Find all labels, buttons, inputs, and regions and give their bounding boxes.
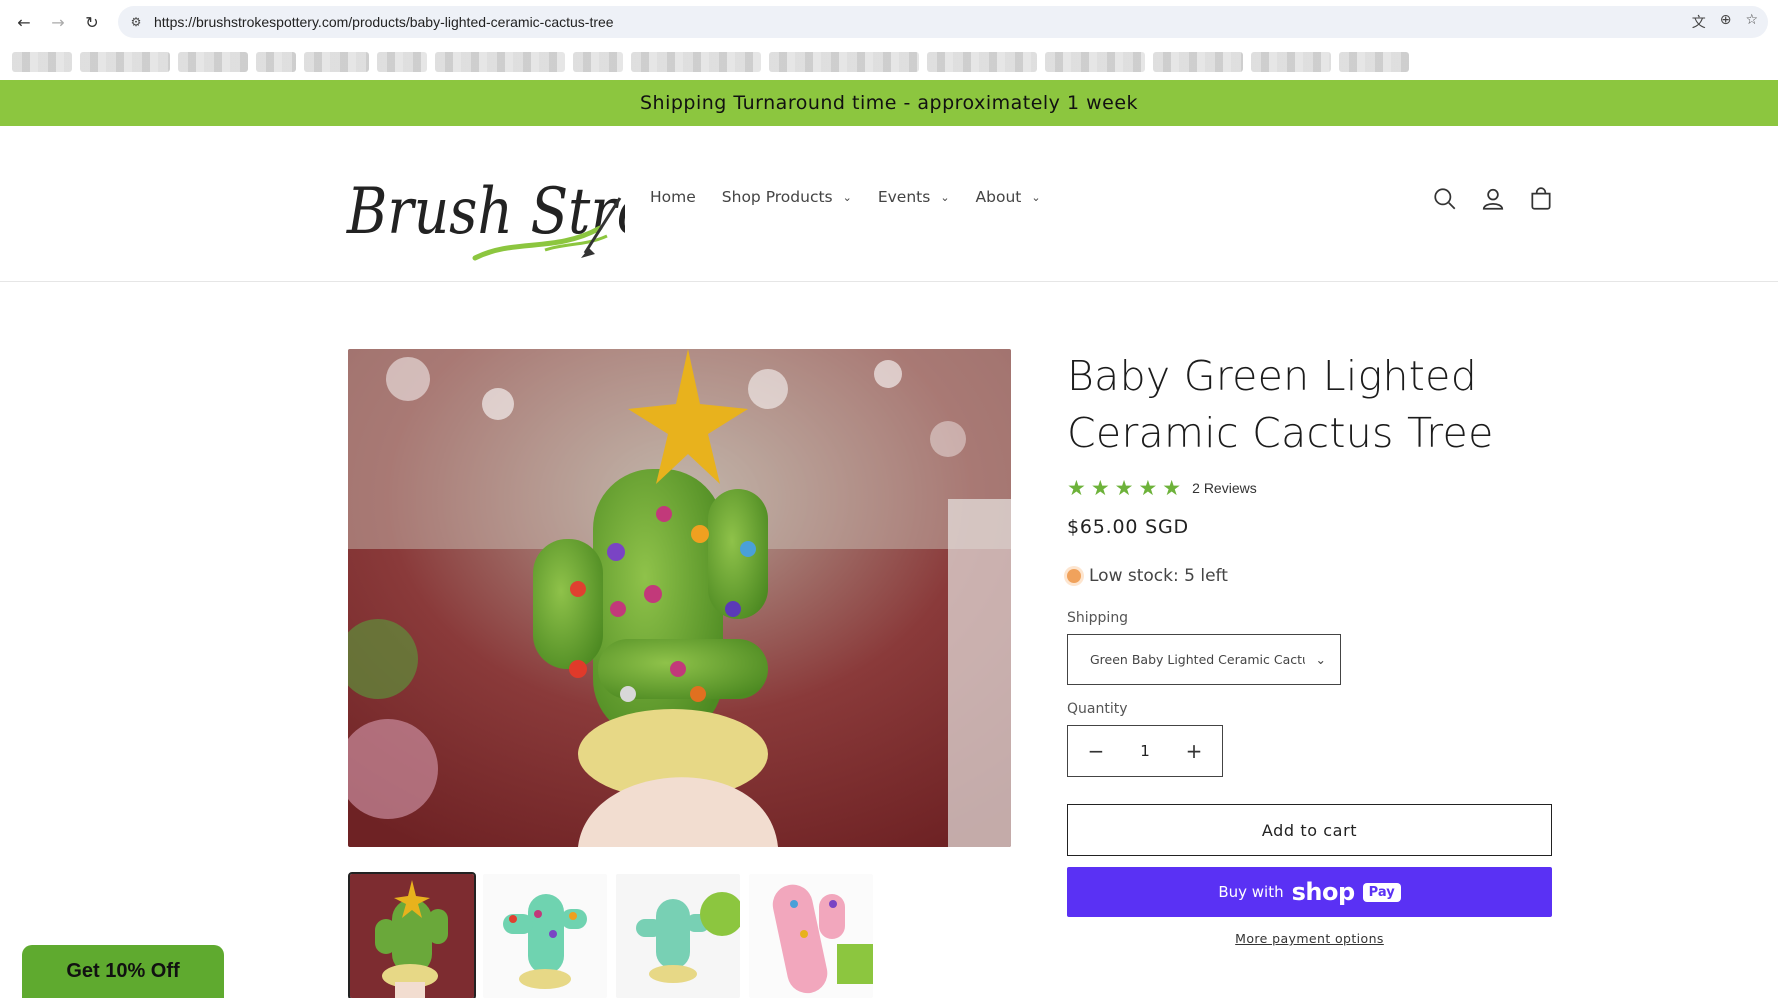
- discount-popup-tab[interactable]: Get 10% Off: [22, 945, 224, 998]
- bookmark-item[interactable]: [769, 52, 919, 72]
- back-icon[interactable]: ←: [10, 8, 38, 36]
- browser-toolbar: ← → ↻ ⚙ https://brushstrokespottery.com/…: [0, 0, 1778, 44]
- header-actions: [1432, 186, 1554, 212]
- bookmark-item[interactable]: [1045, 52, 1145, 72]
- chevron-down-icon: ⌄: [1315, 652, 1326, 667]
- announcement-text: Shipping Turnaround time - approximately…: [639, 92, 1139, 114]
- plus-icon[interactable]: +: [1184, 739, 1204, 763]
- site-settings-icon[interactable]: ⚙: [128, 14, 144, 30]
- account-icon[interactable]: [1480, 186, 1506, 212]
- quantity-input[interactable]: 1: [1140, 742, 1150, 760]
- bookmark-item[interactable]: [178, 52, 248, 72]
- bookmark-item[interactable]: [12, 52, 72, 72]
- bookmark-item[interactable]: [256, 52, 296, 72]
- search-icon[interactable]: [1432, 186, 1458, 212]
- bookmark-item[interactable]: [1251, 52, 1331, 72]
- product-thumbnails: [348, 872, 873, 998]
- zoom-icon[interactable]: ⊕: [1720, 12, 1732, 32]
- site-header: Brush Strokes Home Shop Products ⌄ Event…: [0, 126, 1778, 282]
- product-price: $65.00 SGD: [1067, 516, 1189, 538]
- brushstrokes-logo[interactable]: Brush Strokes: [345, 158, 744, 268]
- product-title: Baby Green Lighted Ceramic Cactus Tree: [1067, 352, 1494, 457]
- shipping-selected-value: Green Baby Lighted Ceramic Cactus Tree: [1090, 652, 1305, 667]
- nav-label: About: [975, 188, 1022, 206]
- quantity-stepper: − 1 +: [1067, 725, 1223, 777]
- bookmark-item[interactable]: [1339, 52, 1409, 72]
- product-rating[interactable]: ★★★★★ 2 Reviews: [1067, 476, 1552, 500]
- bookmark-item[interactable]: [435, 52, 565, 72]
- bookmark-star-icon[interactable]: ☆: [1745, 12, 1758, 32]
- bookmark-item[interactable]: [377, 52, 427, 72]
- address-bar[interactable]: ⚙ https://brushstrokespottery.com/produc…: [118, 6, 1768, 38]
- nav-home[interactable]: Home: [650, 188, 696, 206]
- stock-status: Low stock: 5 left: [1067, 566, 1552, 586]
- pay-badge: Pay: [1362, 882, 1401, 902]
- chevron-down-icon: ⌄: [940, 190, 950, 204]
- bookmark-item[interactable]: [927, 52, 1037, 72]
- buy-with-shop-pay-button[interactable]: Buy with shop Pay: [1067, 867, 1552, 917]
- cart-icon[interactable]: [1528, 186, 1554, 212]
- announcement-bar: Shipping Turnaround time - approximately…: [0, 80, 1778, 126]
- product-main-image[interactable]: [348, 349, 1011, 847]
- product-info: Baby Green Lighted Ceramic Cactus Tree ★…: [1067, 348, 1552, 946]
- shipping-select[interactable]: Green Baby Lighted Ceramic Cactus Tree ⌄: [1067, 634, 1341, 685]
- nav-label: Shop Products: [721, 188, 833, 206]
- stock-text: Low stock: 5 left: [1089, 566, 1228, 586]
- shop-logo: shop: [1291, 878, 1356, 906]
- nav-label: Events: [877, 188, 931, 206]
- star-rating-icon: ★★★★★: [1067, 476, 1187, 500]
- nav-about[interactable]: About ⌄: [976, 188, 1041, 206]
- thumbnail-pink-cactus[interactable]: [749, 874, 873, 998]
- nav-label: Home: [650, 188, 696, 206]
- bookmark-item[interactable]: [304, 52, 369, 72]
- nav-shop-products[interactable]: Shop Products ⌄: [722, 188, 852, 206]
- buy-with-label: Buy with: [1218, 883, 1284, 901]
- bookmark-item[interactable]: [631, 52, 761, 72]
- bookmark-item[interactable]: [1153, 52, 1243, 72]
- shipping-label: Shipping: [1067, 610, 1129, 626]
- forward-icon[interactable]: →: [44, 8, 72, 36]
- chevron-down-icon: ⌄: [1031, 190, 1041, 204]
- stock-dot-icon: [1067, 569, 1081, 583]
- thumbnail-mint-cactus[interactable]: [483, 874, 607, 998]
- url-text[interactable]: https://brushstrokespottery.com/products…: [154, 14, 1682, 30]
- bookmarks-bar: [0, 44, 1778, 80]
- thumbnail-green-cactus[interactable]: [348, 872, 476, 998]
- review-count[interactable]: 2 Reviews: [1192, 480, 1257, 496]
- thumbnail-mint-cactus-promo[interactable]: [616, 874, 740, 998]
- nav-events[interactable]: Events ⌄: [878, 188, 950, 206]
- translate-icon[interactable]: 文: [1692, 12, 1706, 32]
- more-payment-options-link[interactable]: More payment options: [1067, 931, 1552, 946]
- bookmark-item[interactable]: [573, 52, 623, 72]
- reload-icon[interactable]: ↻: [78, 8, 106, 36]
- chevron-down-icon: ⌄: [842, 190, 852, 204]
- quantity-label: Quantity: [1067, 701, 1128, 717]
- add-to-cart-button[interactable]: Add to cart: [1067, 804, 1552, 856]
- minus-icon[interactable]: −: [1086, 739, 1106, 763]
- main-navigation: Home Shop Products ⌄ Events ⌄ About ⌄: [650, 188, 1041, 206]
- bookmark-item[interactable]: [80, 52, 170, 72]
